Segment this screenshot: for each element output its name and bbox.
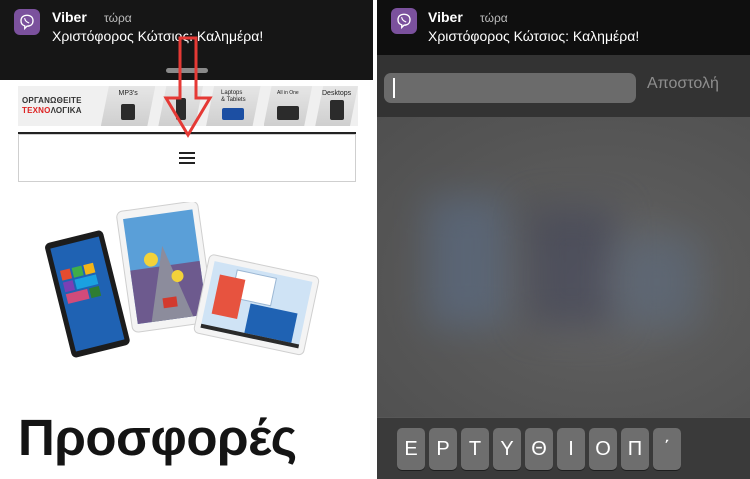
- menu-bar[interactable]: [18, 134, 356, 182]
- viber-app-icon: [14, 9, 40, 35]
- category-label: All in One: [277, 90, 299, 96]
- notification-app-name: Viber: [428, 9, 463, 25]
- viber-notification-expanded[interactable]: Viber τώρα Χριστόφορος Κώτσιος: Καλημέρα…: [377, 0, 750, 55]
- keyboard-row: Ε Ρ Τ Υ Θ Ι Ο Π ΄: [397, 428, 681, 470]
- send-button[interactable]: Αποστολή: [647, 75, 719, 93]
- quick-reply-bar: Αποστολή: [377, 55, 750, 117]
- category-mp3[interactable]: MP3's: [101, 86, 155, 126]
- category-desktops[interactable]: Desktops: [315, 86, 358, 126]
- store-logo[interactable]: ΟΡΓΑΝΩΘΕΙΤΕ ΤΕΧΝΟΛΟΓΙΚΑ: [18, 96, 98, 116]
- tablet-left: [45, 230, 130, 358]
- key-omicron[interactable]: Ο: [589, 428, 617, 470]
- category-laptops-tablets[interactable]: Laptops & Tablets: [206, 86, 260, 126]
- mp3-player-image: [121, 104, 135, 120]
- category-printers[interactable]: All in One: [264, 86, 313, 126]
- tablets-promo-image: [45, 202, 320, 358]
- left-screen: Viber τώρα Χριστόφορος Κώτσιος: Καλημέρα…: [0, 0, 375, 479]
- printer-image: [277, 106, 299, 120]
- key-iota[interactable]: Ι: [557, 428, 585, 470]
- hamburger-menu-icon[interactable]: [179, 152, 195, 164]
- right-screen: Viber τώρα Χριστόφορος Κώτσιος: Καλημέρα…: [377, 0, 750, 479]
- logo-line-1: ΟΡΓΑΝΩΘΕΙΤΕ: [22, 96, 82, 105]
- key-theta[interactable]: Θ: [525, 428, 553, 470]
- category-label: MP3's: [118, 90, 138, 97]
- key-rho[interactable]: Ρ: [429, 428, 457, 470]
- desktop-image: [330, 100, 344, 120]
- blurred-background: [377, 117, 750, 417]
- notification-app-name: Viber: [52, 9, 87, 25]
- key-accent[interactable]: ΄: [653, 428, 681, 470]
- reply-input[interactable]: [384, 73, 636, 103]
- notification-message: Χριστόφορος Κώτσιος: Καλημέρα!: [428, 28, 640, 44]
- key-epsilon[interactable]: Ε: [397, 428, 425, 470]
- key-upsilon[interactable]: Υ: [493, 428, 521, 470]
- text-caret: [393, 78, 395, 98]
- category-label: Desktops: [322, 90, 352, 97]
- offers-heading: Προσφορές: [18, 409, 297, 466]
- notification-time: τώρα: [104, 11, 132, 25]
- notification-time: τώρα: [480, 11, 508, 25]
- viber-app-icon: [391, 8, 417, 34]
- laptop-image: [222, 108, 244, 120]
- red-down-arrow-annotation: [163, 36, 213, 138]
- logo-line-2a: ΤΕΧΝΟ: [22, 106, 51, 115]
- keyboard: Ε Ρ Τ Υ Θ Ι Ο Π ΄: [377, 418, 750, 479]
- logo-line-2b: ΛΟΓΙΚΑ: [50, 106, 82, 115]
- category-label: Laptops & Tablets: [221, 90, 246, 103]
- key-pi[interactable]: Π: [621, 428, 649, 470]
- tablet-right: [193, 254, 320, 356]
- notification-message: Χριστόφορος Κώτσιος: Καλημέρα!: [52, 28, 264, 44]
- key-tau[interactable]: Τ: [461, 428, 489, 470]
